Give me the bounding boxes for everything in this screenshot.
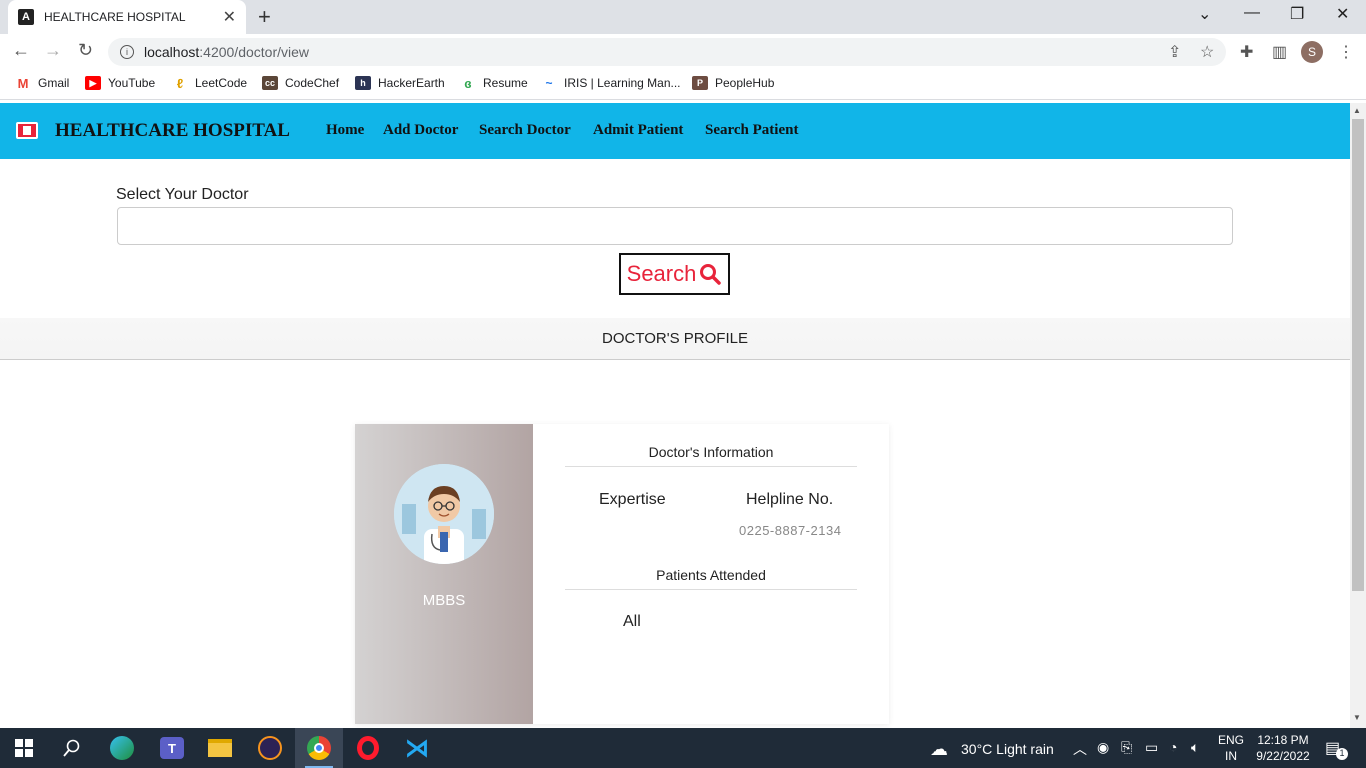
menu-icon[interactable]: ⋮ xyxy=(1338,42,1354,62)
bookmark-iris[interactable]: ~ IRIS | Learning Man... xyxy=(541,76,681,90)
brand-title[interactable]: HEALTHCARE HOSPITAL xyxy=(55,120,290,142)
doctor-information-title: Doctor's Information xyxy=(565,444,857,467)
resume-icon: ɞ xyxy=(460,76,476,91)
record-icon[interactable]: ◉ xyxy=(1097,739,1109,756)
select-doctor-label: Select Your Doctor xyxy=(116,186,249,203)
weather-icon[interactable]: ☁ xyxy=(930,739,948,760)
bookmark-leetcode[interactable]: ℓ LeetCode xyxy=(172,76,247,91)
codechef-icon: cc xyxy=(262,76,278,90)
taskbar-teams[interactable]: T xyxy=(148,728,196,768)
url-host: localhost xyxy=(144,44,200,60)
folder-icon xyxy=(208,739,232,757)
bookmark-star-icon[interactable]: ☆ xyxy=(1200,42,1214,62)
close-window-icon[interactable]: ✕ xyxy=(1336,4,1349,24)
new-tab-icon[interactable]: + xyxy=(258,4,271,30)
peoplehub-icon: P xyxy=(692,76,708,90)
url-path: :4200/doctor/view xyxy=(199,44,309,60)
patients-attended-title: Patients Attended xyxy=(565,567,857,590)
doctor-degree: MBBS xyxy=(422,592,466,609)
nav-search-doctor[interactable]: Search Doctor xyxy=(479,122,571,139)
scrollbar-thumb[interactable] xyxy=(1352,119,1364,591)
taskbar-eclipse[interactable] xyxy=(246,728,294,768)
site-info-icon[interactable]: i xyxy=(120,45,134,59)
volume-icon[interactable]: 🔈︎ xyxy=(1191,739,1199,756)
weather-text[interactable]: 30°C Light rain xyxy=(961,741,1054,757)
bookmark-youtube[interactable]: ▶ YouTube xyxy=(85,76,155,90)
start-button[interactable] xyxy=(0,728,48,768)
side-panel-icon[interactable]: ▥ xyxy=(1272,42,1287,62)
nav-add-doctor[interactable]: Add Doctor xyxy=(383,122,458,139)
taskbar-file-explorer[interactable] xyxy=(196,728,244,768)
doctor-card: MBBS Doctor's Information Expertise Help… xyxy=(355,424,889,724)
leetcode-icon: ℓ xyxy=(172,76,188,91)
search-icon xyxy=(700,264,722,285)
search-icon xyxy=(63,739,80,757)
tab-search-icon[interactable]: ⌄ xyxy=(1198,4,1211,24)
vscode-icon: ⋊ xyxy=(405,734,429,762)
chrome-icon xyxy=(307,736,331,760)
opera-icon xyxy=(357,736,379,760)
expertise-label: Expertise xyxy=(599,491,666,508)
meet-icon[interactable]: ⎘ xyxy=(1121,739,1132,756)
teams-icon: T xyxy=(160,737,184,759)
browser-tab[interactable]: A HEALTHCARE HOSPITAL ✕ xyxy=(8,0,246,34)
back-icon[interactable]: ← xyxy=(12,40,30,61)
clock-date[interactable]: 9/22/2022 xyxy=(1252,749,1314,763)
language-top[interactable]: ENG xyxy=(1216,733,1246,747)
doctor-illustration-icon xyxy=(394,464,494,564)
taskbar-opera[interactable] xyxy=(344,728,392,768)
helpline-label: Helpline No. xyxy=(746,491,834,508)
notification-badge: 1 xyxy=(1336,748,1348,760)
bookmark-hackerearth[interactable]: h HackerEarth xyxy=(355,76,445,90)
iris-icon: ~ xyxy=(541,76,557,90)
helpline-value: 0225-8887-2134 xyxy=(739,523,842,538)
doctor-card-sidebar: MBBS xyxy=(355,424,533,724)
nav-admit-patient[interactable]: Admit Patient xyxy=(593,122,683,139)
doctor-profile-heading: DOCTOR'S PROFILE xyxy=(0,318,1350,360)
hackerearth-icon: h xyxy=(355,76,371,90)
url-input[interactable]: i localhost :4200/doctor/view xyxy=(108,38,1226,66)
bookmark-peoplehub[interactable]: P PeopleHub xyxy=(692,76,774,90)
scroll-up-icon[interactable]: ▲ xyxy=(1353,106,1361,115)
battery-icon[interactable]: ▭ xyxy=(1145,739,1158,756)
show-hidden-icons-icon[interactable]: ︿ xyxy=(1073,739,1087,759)
gmail-icon: M xyxy=(15,76,31,91)
taskbar-chrome[interactable] xyxy=(295,728,343,768)
taskbar-edge[interactable] xyxy=(98,728,146,768)
taskbar-search[interactable] xyxy=(48,728,96,768)
patients-attended-value: All xyxy=(623,613,641,630)
youtube-icon: ▶ xyxy=(85,76,101,90)
reload-icon[interactable]: ↻ xyxy=(78,40,93,61)
bookmark-gmail[interactable]: M Gmail xyxy=(15,76,69,91)
scroll-down-icon[interactable]: ▼ xyxy=(1353,713,1361,722)
eclipse-icon xyxy=(258,736,282,760)
taskbar-vscode[interactable]: ⋊ xyxy=(393,728,441,768)
windows-icon xyxy=(15,739,33,757)
angular-favicon-icon: A xyxy=(18,9,34,25)
search-button[interactable]: Search xyxy=(619,253,730,295)
tab-title: HEALTHCARE HOSPITAL xyxy=(44,10,186,24)
bookmark-codechef[interactable]: cc CodeChef xyxy=(262,76,339,90)
bookmark-resume[interactable]: ɞ Resume xyxy=(460,76,528,91)
restore-icon[interactable]: ❐ xyxy=(1290,4,1304,24)
close-tab-icon[interactable]: ✕ xyxy=(223,7,236,27)
doctor-avatar xyxy=(394,464,494,564)
language-bottom[interactable]: IN xyxy=(1216,749,1246,763)
minimize-icon[interactable]: — xyxy=(1244,4,1260,22)
wifi-icon[interactable]: ◔ xyxy=(1169,739,1177,755)
extensions-icon[interactable]: ✚ xyxy=(1240,42,1253,62)
forward-icon[interactable]: → xyxy=(44,40,62,61)
share-icon[interactable]: ⇪ xyxy=(1168,42,1181,62)
doctor-select[interactable] xyxy=(117,207,1233,245)
nav-search-patient[interactable]: Search Patient xyxy=(705,122,798,139)
clock-time[interactable]: 12:18 PM xyxy=(1252,733,1314,747)
profile-avatar[interactable]: S xyxy=(1301,41,1323,63)
search-button-label: Search xyxy=(626,261,697,286)
page-scrollbar[interactable]: ▲ ▼ xyxy=(1350,103,1366,728)
nav-home[interactable]: Home xyxy=(326,122,364,139)
hospital-logo-icon xyxy=(16,122,38,139)
edge-icon xyxy=(110,736,134,760)
